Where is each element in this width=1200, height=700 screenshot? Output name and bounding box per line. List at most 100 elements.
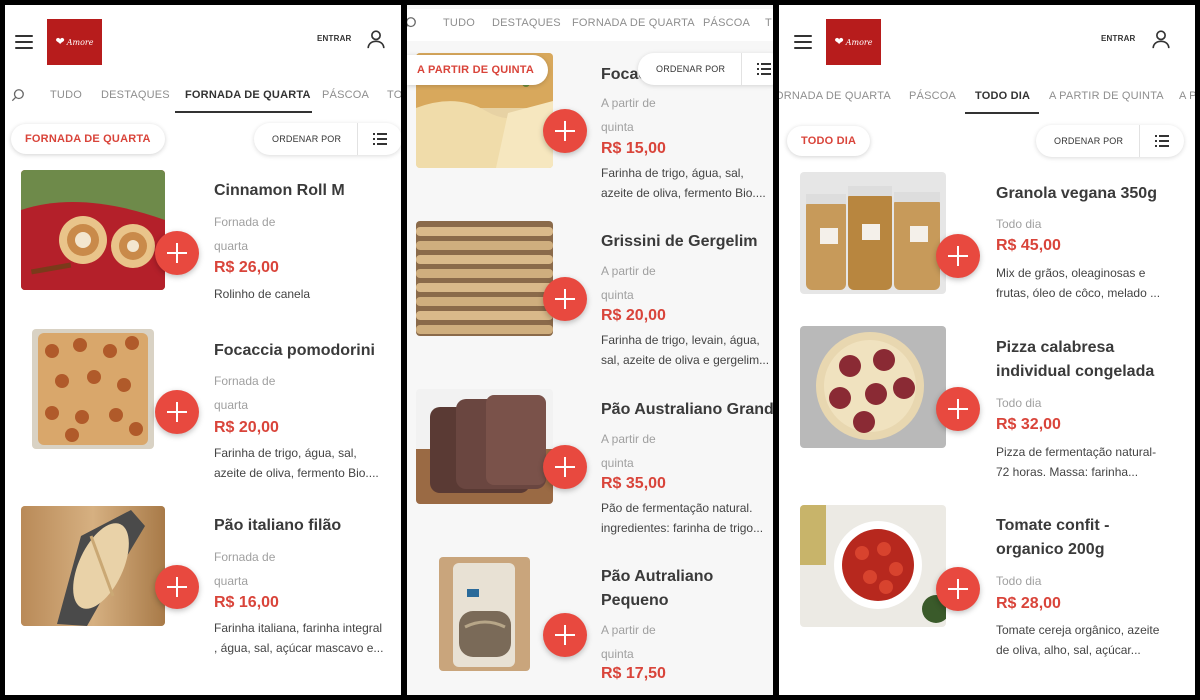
product-description-2: ingredientes: farinha de trigo... xyxy=(601,521,764,535)
product-description: Farinha de trigo, água, sal, xyxy=(214,446,357,460)
tab-a-partir-de-quinta[interactable]: A PARTIR DE QUINTA xyxy=(1049,90,1164,102)
category-nav: ORNADA DE QUARTA PÁSCOA TODO DIA A PARTI… xyxy=(779,84,1195,114)
tab-more[interactable]: T xyxy=(765,17,772,29)
add-to-cart-button[interactable] xyxy=(155,231,199,275)
product-availability: A partir de xyxy=(601,96,656,110)
product-description: Farinha italiana, farinha integral xyxy=(214,621,383,635)
product-title-2[interactable]: organico 200g xyxy=(996,538,1104,562)
product-availability: A partir de xyxy=(601,264,656,278)
add-to-cart-button[interactable] xyxy=(543,613,587,657)
add-to-cart-button[interactable] xyxy=(543,445,587,489)
product-title[interactable]: Pizza calabresa xyxy=(996,336,1114,360)
tab-todo-dia[interactable]: TODO DIA xyxy=(975,90,1030,102)
user-icon[interactable] xyxy=(365,28,387,50)
tab-more[interactable]: TO xyxy=(387,89,401,101)
tab-pascoa[interactable]: PÁSCOA xyxy=(703,17,750,29)
add-to-cart-button[interactable] xyxy=(936,387,980,431)
product-title[interactable]: Granola vegana 350g xyxy=(996,182,1157,206)
product-title[interactable]: Cinnamon Roll M xyxy=(214,179,345,203)
tab-destaques[interactable]: DESTAQUES xyxy=(101,89,170,101)
product-image[interactable] xyxy=(439,557,530,671)
product-image[interactable] xyxy=(21,506,165,626)
product-image[interactable] xyxy=(416,221,553,336)
product-availability-2: quinta xyxy=(601,647,634,661)
tab-pascoa[interactable]: PÁSCOA xyxy=(322,89,369,101)
app-header: ❤ Amore ENTRAR xyxy=(5,5,401,75)
search-icon[interactable] xyxy=(407,16,417,30)
menu-icon[interactable] xyxy=(15,35,33,49)
tab-more[interactable]: A P xyxy=(1179,90,1195,102)
tab-pascoa[interactable]: PÁSCOA xyxy=(909,90,956,102)
product-title[interactable]: Pão Australiano Grande xyxy=(601,398,773,422)
section-badge: A PARTIR DE QUINTA xyxy=(407,55,549,85)
sort-control[interactable]: ORDENAR POR xyxy=(254,123,401,155)
product-description-2: 72 horas. Massa: farinha... xyxy=(996,465,1139,479)
product-availability: A partir de xyxy=(601,623,656,637)
product-description: Rolinho de canela xyxy=(214,287,311,301)
sort-label[interactable]: ORDENAR POR xyxy=(1036,136,1139,146)
brand-logo[interactable]: ❤ Amore xyxy=(826,19,881,65)
section-badge: FORNADA DE QUARTA xyxy=(11,124,165,154)
search-icon[interactable] xyxy=(11,88,25,102)
product-price: R$ 20,00 xyxy=(214,419,279,436)
sort-label[interactable]: ORDENAR POR xyxy=(638,64,741,74)
sort-label[interactable]: ORDENAR POR xyxy=(254,134,357,144)
tab-fornada-de-quarta[interactable]: FORNADA DE QUARTA xyxy=(185,89,311,101)
add-to-cart-button[interactable] xyxy=(936,567,980,611)
add-to-cart-button[interactable] xyxy=(543,109,587,153)
product-title-2[interactable]: Pequeno xyxy=(601,589,669,613)
list-icon[interactable] xyxy=(358,123,401,155)
product-image[interactable] xyxy=(800,172,946,294)
product-availability-2: quarta xyxy=(214,398,249,412)
brand-logo[interactable]: ❤ Amore xyxy=(47,19,102,65)
tab-tudo[interactable]: TUDO xyxy=(50,89,82,101)
product-price: R$ 15,00 xyxy=(601,140,666,157)
product-description: Farinha de trigo, água, sal, xyxy=(601,166,744,180)
product-description-2: sal, azeite de oliva e gergelim... xyxy=(601,353,769,367)
menu-icon[interactable] xyxy=(794,35,812,49)
product-image[interactable] xyxy=(32,329,154,449)
product-availability: Todo dia xyxy=(996,396,1042,410)
product-availability-2: quinta xyxy=(601,456,634,470)
product-title[interactable]: Grissini de Gergelim xyxy=(601,230,758,254)
tab-destaques[interactable]: DESTAQUES xyxy=(492,17,561,29)
tab-fornada-de-quarta[interactable]: ORNADA DE QUARTA xyxy=(779,90,891,102)
product-price: R$ 17,50 xyxy=(601,665,666,682)
sort-control[interactable]: ORDENAR POR xyxy=(1036,125,1185,157)
product-image[interactable] xyxy=(800,505,946,627)
product-price: R$ 45,00 xyxy=(996,237,1061,254)
product-availability: Fornada de xyxy=(214,550,276,564)
product-image[interactable] xyxy=(416,389,553,504)
screen-a-partir-de-quinta: TUDO DESTAQUES FORNADA DE QUARTA PÁSCOA … xyxy=(407,5,773,695)
product-description-2: , água, sal, açúcar mascavo e... xyxy=(214,641,384,655)
list-icon[interactable] xyxy=(742,53,773,85)
user-icon[interactable] xyxy=(1150,28,1172,50)
tab-fornada-de-quarta[interactable]: FORNADA DE QUARTA xyxy=(572,17,695,29)
active-tab-indicator xyxy=(965,112,1039,114)
product-title[interactable]: Pão Autraliano xyxy=(601,565,713,589)
sort-control[interactable]: ORDENAR POR xyxy=(638,53,773,85)
screen-fornada-de-quarta: ❤ Amore ENTRAR TUDO DESTAQUES FORNADA DE … xyxy=(5,5,401,695)
product-price: R$ 32,00 xyxy=(996,416,1061,433)
add-to-cart-button[interactable] xyxy=(543,277,587,321)
add-to-cart-button[interactable] xyxy=(155,390,199,434)
tab-tudo[interactable]: TUDO xyxy=(443,17,475,29)
add-to-cart-button[interactable] xyxy=(936,234,980,278)
product-title-2[interactable]: individual congelada xyxy=(996,360,1154,384)
product-price: R$ 26,00 xyxy=(214,259,279,276)
login-link[interactable]: ENTRAR xyxy=(317,34,352,43)
category-nav: TUDO DESTAQUES FORNADA DE QUARTA PÁSCOA … xyxy=(407,9,773,41)
product-title[interactable]: Tomate confit - xyxy=(996,514,1109,538)
product-description: Farinha de trigo, levain, água, xyxy=(601,333,760,347)
product-title[interactable]: Focaccia pomodorini xyxy=(214,339,375,363)
add-to-cart-button[interactable] xyxy=(155,565,199,609)
list-icon[interactable] xyxy=(1140,125,1184,157)
product-image[interactable] xyxy=(800,326,946,448)
product-description-2: de oliva, alho, sal, açúcar... xyxy=(996,643,1141,657)
product-image[interactable] xyxy=(21,170,165,290)
product-description-2: azeite de oliva, fermento Bio.... xyxy=(214,466,379,480)
product-availability-2: quinta xyxy=(601,120,634,134)
product-title[interactable]: Pão italiano filão xyxy=(214,514,341,538)
section-badge: TODO DIA xyxy=(787,126,871,156)
login-link[interactable]: ENTRAR xyxy=(1101,34,1136,43)
